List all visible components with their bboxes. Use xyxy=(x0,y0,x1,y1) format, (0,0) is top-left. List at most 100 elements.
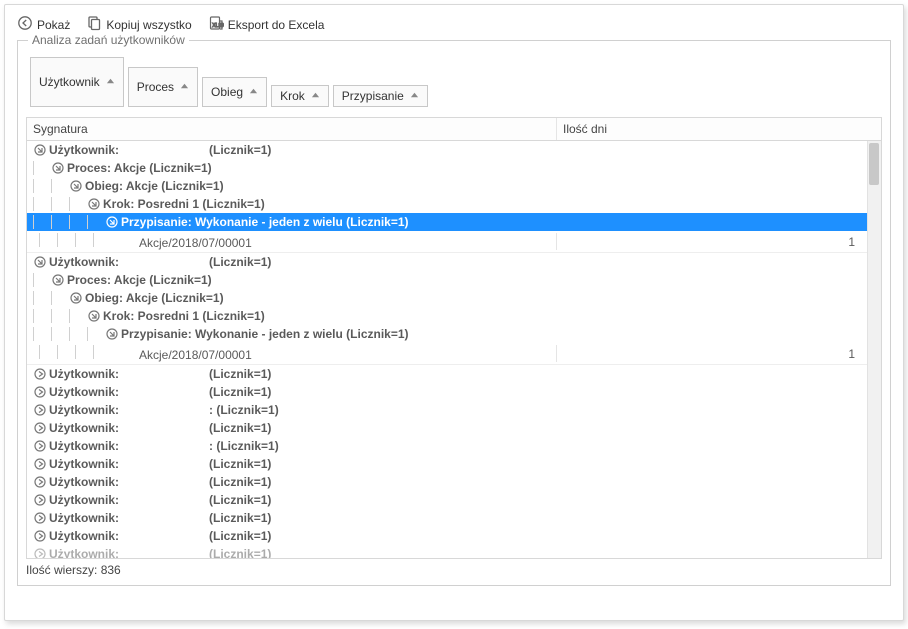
group-label: Użytkownik: xyxy=(49,493,119,507)
collapsed-icon[interactable] xyxy=(33,421,47,435)
group-row[interactable]: Użytkownik:(Licznik=1) xyxy=(27,527,867,545)
group-row[interactable]: Obieg: Akcje (Licznik=1) xyxy=(27,177,867,195)
tree-grid: Sygnatura Ilość dni Użytkownik: (Licznik=… xyxy=(26,117,882,559)
collapsed-icon[interactable] xyxy=(33,547,47,558)
group-label: Przypisanie: Wykonanie - jeden z wielu (… xyxy=(121,327,409,341)
arrow-left-circle-icon xyxy=(17,15,33,34)
group-counter: (Licznik=1) xyxy=(209,457,271,471)
copy-all-label: Kopiuj wszystko xyxy=(106,18,191,32)
group-counter: (Licznik=1) xyxy=(209,493,271,507)
collapsed-icon[interactable] xyxy=(33,367,47,381)
group-label: Przypisanie: Wykonanie - jeden z wielu (… xyxy=(121,215,409,229)
group-row[interactable]: Użytkownik: (Licznik=1) xyxy=(27,419,867,437)
collapsed-icon[interactable] xyxy=(33,511,47,525)
group-row[interactable]: Użytkownik:(Licznik=1) xyxy=(27,141,867,159)
pill-przypisanie[interactable]: Przypisanie xyxy=(333,85,428,107)
collapsed-icon[interactable] xyxy=(33,385,47,399)
collapsed-icon[interactable] xyxy=(33,403,47,417)
pill-label: Proces xyxy=(137,80,174,94)
group-counter: (Licznik=1) xyxy=(209,547,271,558)
group-label: Użytkownik: xyxy=(49,457,119,471)
show-label: Pokaż xyxy=(37,18,70,32)
group-row[interactable]: Użytkownik:: (Licznik=1) xyxy=(27,401,867,419)
pill-obieg[interactable]: Obieg xyxy=(202,77,267,107)
scroll-thumb[interactable] xyxy=(869,143,879,185)
group-row[interactable]: Proces: Akcje (Licznik=1) xyxy=(27,271,867,289)
show-button[interactable]: Pokaż xyxy=(17,15,70,34)
group-label: Użytkownik: xyxy=(49,547,119,558)
group-row[interactable]: Użytkownik:(Licznik=1) xyxy=(27,253,867,271)
group-label: Obieg: Akcje (Licznik=1) xyxy=(85,291,224,305)
group-row[interactable]: Użytkownik: (Licznik=1) xyxy=(27,491,867,509)
pill-uzytkownik[interactable]: Użytkownik xyxy=(30,57,124,107)
group-row[interactable]: Obieg: Akcje (Licznik=1) xyxy=(27,289,867,307)
group-label: Użytkownik: xyxy=(49,403,119,417)
analysis-fieldset: Analiza zadań użytkowników Użytkownik Pr… xyxy=(17,40,891,586)
group-label: Użytkownik: xyxy=(49,475,119,489)
group-label: Użytkownik: xyxy=(49,367,119,381)
pill-label: Użytkownik xyxy=(39,75,100,89)
group-label: Użytkownik: xyxy=(49,511,119,525)
group-counter: : (Licznik=1) xyxy=(209,439,279,453)
copy-icon xyxy=(86,15,102,34)
expanded-icon[interactable] xyxy=(33,143,47,157)
group-label: Użytkownik: xyxy=(49,421,119,435)
expanded-icon[interactable] xyxy=(69,291,83,305)
group-label: Użytkownik: xyxy=(49,143,119,157)
vertical-scrollbar[interactable] xyxy=(867,141,881,558)
cell-days: 1 xyxy=(557,235,867,249)
excel-export-icon: XLSX xyxy=(208,15,224,34)
group-label: Użytkownik: xyxy=(49,255,119,269)
pill-label: Krok xyxy=(280,89,305,103)
col-header-signature[interactable]: Sygnatura xyxy=(27,118,557,140)
collapsed-icon[interactable] xyxy=(33,457,47,471)
group-row[interactable]: Użytkownik: (Licznik=1) xyxy=(27,455,867,473)
dimension-pills: Użytkownik Proces Obieg Krok Przypisanie xyxy=(30,57,882,107)
sort-asc-icon xyxy=(249,85,258,99)
expanded-icon[interactable] xyxy=(69,179,83,193)
group-row[interactable]: Użytkownik: : (Licznik=1) xyxy=(27,437,867,455)
group-counter: (Licznik=1) xyxy=(209,421,271,435)
expanded-icon[interactable] xyxy=(51,273,65,287)
sort-asc-icon xyxy=(180,80,189,94)
grid-header: Sygnatura Ilość dni xyxy=(27,118,881,141)
group-row[interactable]: Krok: Posredni 1 (Licznik=1) xyxy=(27,195,867,213)
group-counter: (Licznik=1) xyxy=(209,367,271,381)
pill-krok[interactable]: Krok xyxy=(271,85,329,107)
expanded-icon[interactable] xyxy=(105,327,119,341)
group-row[interactable]: Proces: Akcje (Licznik=1) xyxy=(27,159,867,177)
data-row[interactable]: Akcje/2018/07/000011 xyxy=(27,231,867,253)
export-excel-button[interactable]: XLSX Eksport do Excela xyxy=(208,15,325,34)
collapsed-icon[interactable] xyxy=(33,475,47,489)
group-label: Krok: Posredni 1 (Licznik=1) xyxy=(103,197,265,211)
expanded-icon[interactable] xyxy=(105,215,119,229)
pill-proces[interactable]: Proces xyxy=(128,67,198,107)
collapsed-icon[interactable] xyxy=(33,493,47,507)
expanded-icon[interactable] xyxy=(87,197,101,211)
export-excel-label: Eksport do Excela xyxy=(228,18,325,32)
group-row[interactable]: Użytkownik: (Licznik=1) xyxy=(27,365,867,383)
row-count-value: 836 xyxy=(101,563,121,577)
group-row[interactable]: Użytkownik:(Licznik=1) xyxy=(27,473,867,491)
group-counter: (Licznik=1) xyxy=(209,385,271,399)
group-counter: (Licznik=1) xyxy=(209,511,271,525)
group-row[interactable]: Użytkownik: (Licznik=1) xyxy=(27,545,867,558)
group-row[interactable]: Przypisanie: Wykonanie - jeden z wielu (… xyxy=(27,213,867,231)
sort-asc-icon xyxy=(106,75,115,89)
data-row[interactable]: Akcje/2018/07/000011 xyxy=(27,343,867,365)
copy-all-button[interactable]: Kopiuj wszystko xyxy=(86,15,191,34)
group-label: Obieg: Akcje (Licznik=1) xyxy=(85,179,224,193)
collapsed-icon[interactable] xyxy=(33,529,47,543)
expanded-icon[interactable] xyxy=(33,255,47,269)
expanded-icon[interactable] xyxy=(87,309,101,323)
group-label: Użytkownik: xyxy=(49,439,119,453)
collapsed-icon[interactable] xyxy=(33,439,47,453)
group-row[interactable]: Użytkownik: (Licznik=1) xyxy=(27,509,867,527)
group-label: Proces: Akcje (Licznik=1) xyxy=(67,273,212,287)
expanded-icon[interactable] xyxy=(51,161,65,175)
group-row[interactable]: Użytkownik:(Licznik=1) xyxy=(27,383,867,401)
col-header-days[interactable]: Ilość dni xyxy=(557,118,881,140)
footer: Ilość wierszy: 836 xyxy=(26,559,882,577)
group-row[interactable]: Krok: Posredni 1 (Licznik=1) xyxy=(27,307,867,325)
group-row[interactable]: Przypisanie: Wykonanie - jeden z wielu (… xyxy=(27,325,867,343)
